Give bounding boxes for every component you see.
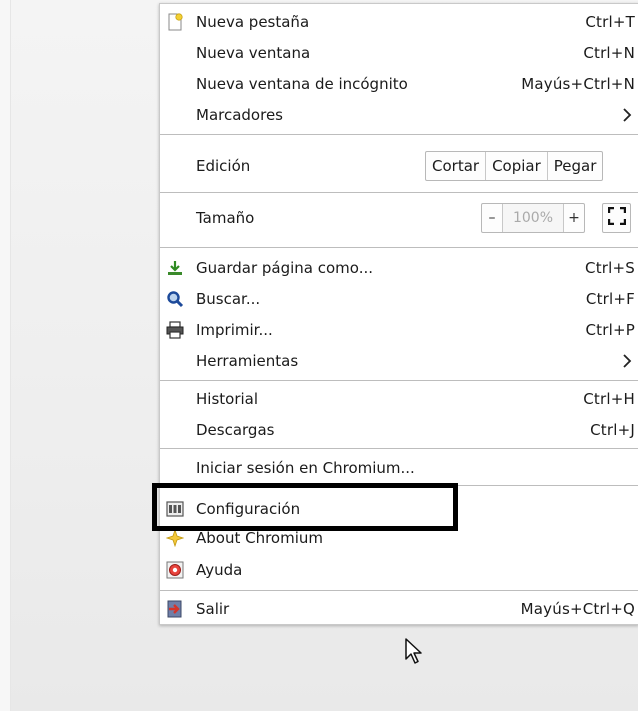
menu-item-shortcut: Ctrl+S	[585, 259, 635, 277]
chromium-wrench-menu: Nueva pestaña Ctrl+T Nueva ventana Ctrl+…	[159, 3, 638, 625]
menu-item-label: Descargas	[196, 421, 275, 439]
menu-item-label: Iniciar sesión en Chromium...	[196, 459, 415, 477]
menu-item-label: Nueva ventana de incógnito	[196, 75, 408, 93]
menu-item-help[interactable]: Ayuda	[160, 555, 638, 585]
menu-separator	[160, 192, 638, 193]
menu-item-label: Edición	[196, 157, 251, 175]
save-icon	[165, 258, 185, 278]
menu-item-label: Historial	[196, 390, 259, 408]
menu-item-label: Imprimir...	[196, 321, 273, 339]
menu-item-shortcut: Mayús+Ctrl+Q	[520, 600, 635, 618]
menu-item-label: Herramientas	[196, 352, 299, 370]
star-icon	[165, 528, 185, 548]
menu-separator	[160, 448, 638, 449]
menu-item-label: Nueva pestaña	[196, 13, 310, 31]
zoom-control: – 100% +	[481, 203, 585, 233]
chevron-right-icon	[619, 353, 635, 369]
new-tab-icon	[165, 12, 185, 32]
menu-separator	[160, 590, 638, 591]
menu-item-new-tab[interactable]: Nueva pestaña Ctrl+T	[160, 7, 638, 37]
printer-icon	[165, 320, 185, 340]
zoom-out-button[interactable]: –	[482, 204, 502, 232]
menu-item-label: Nueva ventana	[196, 44, 311, 62]
mouse-pointer-icon	[404, 637, 424, 667]
zoom-level: 100%	[502, 204, 564, 232]
paste-button[interactable]: Pegar	[546, 152, 603, 180]
menu-item-find[interactable]: Buscar... Ctrl+F	[160, 284, 638, 314]
menu-item-shortcut: Ctrl+N	[583, 44, 635, 62]
edit-button-group: Cortar Copiar Pegar	[425, 151, 604, 181]
menu-separator	[160, 134, 638, 135]
menu-item-shortcut: Ctrl+J	[590, 421, 635, 439]
menu-item-label: About Chromium	[196, 529, 324, 547]
zoom-in-button[interactable]: +	[564, 204, 584, 232]
menu-item-downloads[interactable]: Descargas Ctrl+J	[160, 415, 638, 445]
menu-item-shortcut: Ctrl+P	[585, 321, 635, 339]
menu-item-shortcut: Ctrl+T	[585, 13, 635, 31]
menu-separator	[160, 380, 638, 381]
chevron-right-icon	[619, 107, 635, 123]
menu-item-save-page[interactable]: Guardar página como... Ctrl+S	[160, 253, 638, 283]
menu-item-exit[interactable]: Salir Mayús+Ctrl+Q	[160, 594, 638, 624]
menu-item-label: Tamaño	[196, 209, 255, 227]
menu-separator	[160, 247, 638, 248]
menu-item-label: Marcadores	[196, 106, 283, 124]
exit-icon	[165, 599, 185, 619]
highlight-annotation-box	[152, 483, 458, 531]
menu-item-history[interactable]: Historial Ctrl+H	[160, 384, 638, 414]
menu-item-sign-in[interactable]: Iniciar sesión en Chromium...	[160, 453, 638, 483]
fullscreen-icon	[607, 206, 626, 229]
fullscreen-button[interactable]	[602, 203, 631, 233]
magnifier-icon	[165, 289, 185, 309]
menu-item-label: Salir	[196, 600, 230, 618]
menu-item-label: Ayuda	[196, 561, 243, 579]
menu-item-label: Guardar página como...	[196, 259, 373, 277]
menu-item-incognito-window[interactable]: Nueva ventana de incógnito Mayús+Ctrl+N	[160, 69, 638, 99]
cut-button[interactable]: Cortar	[426, 152, 485, 180]
menu-item-print[interactable]: Imprimir... Ctrl+P	[160, 315, 638, 345]
menu-item-shortcut: Ctrl+H	[583, 390, 635, 408]
copy-button[interactable]: Copiar	[485, 152, 547, 180]
help-icon	[165, 560, 185, 580]
menu-item-new-window[interactable]: Nueva ventana Ctrl+N	[160, 38, 638, 68]
menu-item-bookmarks[interactable]: Marcadores	[160, 100, 638, 130]
page-left-edge	[0, 0, 11, 711]
menu-item-shortcut: Mayús+Ctrl+N	[521, 75, 635, 93]
menu-item-shortcut: Ctrl+F	[585, 290, 635, 308]
menu-item-tools[interactable]: Herramientas	[160, 346, 638, 376]
menu-item-label: Buscar...	[196, 290, 261, 308]
